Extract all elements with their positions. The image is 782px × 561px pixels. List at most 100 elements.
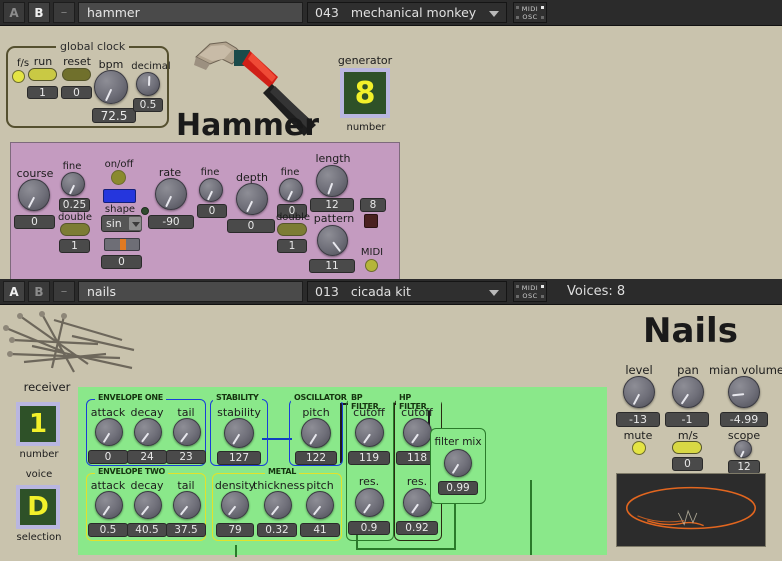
onoff-button[interactable]: [103, 189, 136, 203]
run-toggle[interactable]: [28, 68, 57, 81]
bp-res-value[interactable]: 0.9: [348, 521, 390, 535]
env1-tail-value[interactable]: 23: [166, 450, 206, 464]
onoff-led[interactable]: [111, 170, 126, 185]
pattern-value[interactable]: 11: [309, 259, 355, 273]
ms-value[interactable]: 0: [672, 457, 703, 471]
double1-value[interactable]: 1: [59, 239, 90, 253]
env1-decay-knob[interactable]: [134, 418, 162, 446]
metal-pitch-knob[interactable]: [306, 491, 334, 519]
env2-decay-knob[interactable]: [134, 491, 162, 519]
env1-tail-knob[interactable]: [173, 418, 201, 446]
rate-value[interactable]: -90: [148, 215, 194, 229]
double1-toggle[interactable]: [60, 223, 90, 236]
osc-pitch-value[interactable]: 122: [295, 451, 337, 465]
level-value[interactable]: -13: [616, 412, 660, 427]
bottom-slot-a-button[interactable]: A: [3, 281, 25, 302]
fine1-value[interactable]: 0.25: [59, 198, 90, 212]
top-minus-button[interactable]: –: [53, 2, 75, 23]
run-value[interactable]: 1: [27, 86, 58, 99]
depth-knob[interactable]: [236, 183, 268, 215]
volume-label: mian volume: [709, 363, 782, 377]
pan-value[interactable]: -1: [665, 412, 709, 427]
double2-value[interactable]: 1: [277, 239, 307, 253]
filter-mix-knob[interactable]: [444, 449, 472, 477]
bottom-slot-b-button[interactable]: B: [28, 281, 50, 302]
filter-mix-value[interactable]: 0.99: [438, 481, 478, 495]
hammer-extra-button[interactable]: [364, 214, 378, 228]
bpm-knob[interactable]: [94, 70, 128, 104]
reset-value[interactable]: 0: [61, 86, 92, 99]
fs-led[interactable]: [12, 70, 25, 83]
pattern-knob[interactable]: [317, 225, 348, 256]
shape-label: shape: [104, 204, 136, 215]
receiver-label: receiver: [23, 380, 71, 394]
voice-number-display[interactable]: 1: [16, 402, 60, 446]
bp-res-knob[interactable]: [355, 488, 384, 517]
metal-density-knob[interactable]: [221, 491, 249, 519]
mute-led[interactable]: [632, 441, 646, 455]
env2-attack-knob[interactable]: [95, 491, 123, 519]
hp-res-value[interactable]: 0.92: [396, 521, 438, 535]
metal-pitch-value[interactable]: 41: [300, 523, 340, 537]
oscilloscope-display[interactable]: [616, 473, 766, 547]
shape-slider[interactable]: [104, 238, 140, 251]
stability-value[interactable]: 127: [217, 451, 261, 465]
env2-attack-value[interactable]: 0.5: [88, 523, 128, 537]
course-knob[interactable]: [18, 179, 50, 211]
shape-dropdown-arrow[interactable]: [128, 216, 142, 231]
fine1-knob[interactable]: [61, 172, 85, 196]
ms-toggle[interactable]: [672, 441, 702, 454]
voice-selection-display[interactable]: D: [16, 485, 60, 529]
hp-res-knob[interactable]: [403, 488, 432, 517]
double1-label: double: [57, 212, 93, 223]
env2-decay-value[interactable]: 40.5: [127, 523, 167, 537]
course-value[interactable]: 0: [14, 215, 55, 229]
pan-knob[interactable]: [672, 376, 704, 408]
osc-pitch-knob[interactable]: [301, 418, 331, 448]
depth-value[interactable]: 0: [227, 219, 275, 233]
level-knob[interactable]: [623, 376, 655, 408]
decimal-value[interactable]: 0.5: [133, 98, 163, 112]
scope-knob[interactable]: [734, 440, 752, 458]
reset-toggle[interactable]: [62, 68, 91, 81]
fine3-knob[interactable]: [279, 178, 303, 202]
length-value[interactable]: 12: [310, 198, 354, 212]
bottom-minus-button[interactable]: –: [53, 281, 75, 302]
fine2-value[interactable]: 0: [197, 204, 227, 218]
length-knob[interactable]: [316, 165, 348, 197]
rate-knob[interactable]: [155, 178, 187, 210]
volume-value[interactable]: -4.99: [720, 412, 768, 427]
top-slot-b-button[interactable]: B: [28, 2, 50, 23]
bottom-preset-name: cicada kit: [350, 284, 411, 299]
top-midi-osc-indicator[interactable]: MIDI OSC: [513, 2, 547, 23]
double2-toggle[interactable]: [277, 223, 307, 236]
env2-tail-value[interactable]: 37.5: [166, 523, 206, 537]
bottom-preset-selector[interactable]: 013 cicada kit: [307, 281, 507, 302]
bp-cutoff-value[interactable]: 119: [348, 451, 390, 465]
bottom-midi-osc-indicator[interactable]: MIDI OSC: [513, 281, 547, 302]
env1-attack-knob[interactable]: [95, 418, 123, 446]
top-instrument-name-field[interactable]: hammer: [78, 2, 303, 23]
env2-tail-knob[interactable]: [173, 491, 201, 519]
generator-number-display[interactable]: 8: [340, 68, 390, 118]
hammer-extra-value[interactable]: 8: [360, 198, 386, 212]
top-preset-selector[interactable]: 043 mechanical monkey: [307, 2, 507, 23]
bp-cutoff-knob[interactable]: [355, 418, 384, 447]
bpm-value[interactable]: 72.5: [92, 108, 136, 123]
top-slot-a-button[interactable]: A: [3, 2, 25, 23]
stability-knob[interactable]: [224, 418, 254, 448]
bottom-instrument-name-field[interactable]: nails: [78, 281, 303, 302]
scope-value[interactable]: 12: [728, 460, 760, 474]
metal-density-value[interactable]: 79: [216, 523, 254, 537]
metal-thickness-knob[interactable]: [264, 491, 292, 519]
hp-cutoff-knob[interactable]: [403, 418, 432, 447]
env1-attack-value[interactable]: 0: [88, 450, 128, 464]
volume-knob[interactable]: [728, 376, 760, 408]
filter-mix-label: filter mix: [434, 436, 482, 448]
fine2-knob[interactable]: [199, 178, 223, 202]
shape-slider-value[interactable]: 0: [101, 255, 142, 269]
metal-thickness-value[interactable]: 0.32: [257, 523, 297, 537]
env1-decay-value[interactable]: 24: [127, 450, 167, 464]
hammer-midi-led[interactable]: [365, 259, 378, 272]
decimal-knob[interactable]: [136, 72, 160, 96]
